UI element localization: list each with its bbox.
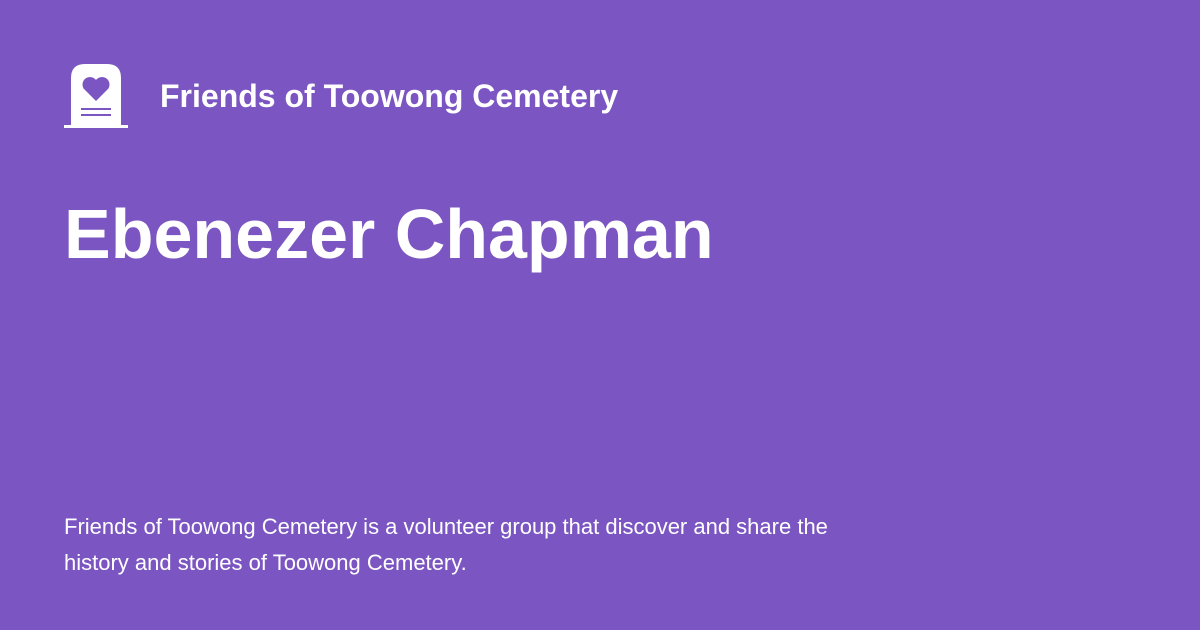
site-name: Friends of Toowong Cemetery bbox=[160, 78, 619, 114]
page-title: Ebenezer Chapman bbox=[64, 195, 714, 273]
site-description: Friends of Toowong Cemetery is a volunte… bbox=[64, 514, 828, 575]
tombstone-heart-icon bbox=[64, 64, 128, 128]
site-header: Friends of Toowong Cemetery bbox=[64, 64, 618, 128]
